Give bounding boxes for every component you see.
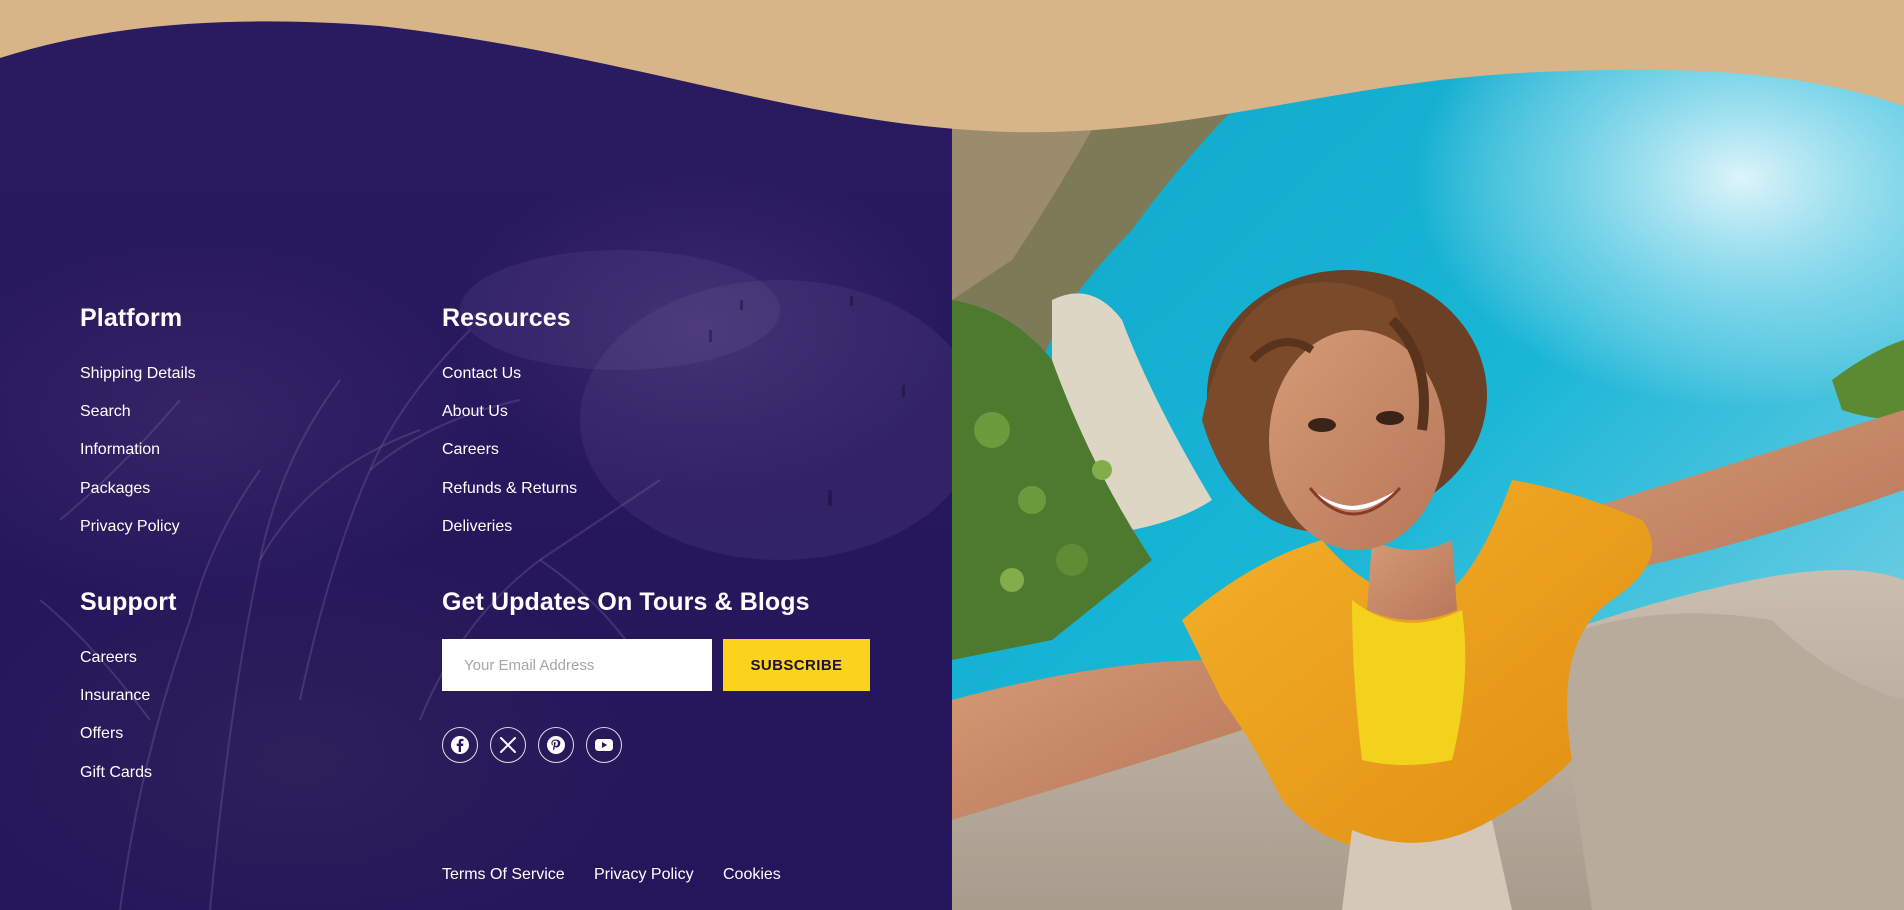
list-item: Information bbox=[80, 440, 196, 478]
platform-links: Shipping Details Search Information Pack… bbox=[80, 364, 196, 555]
pinterest-icon bbox=[547, 736, 565, 754]
search-link[interactable]: Search bbox=[80, 402, 131, 422]
support-heading: Support bbox=[80, 588, 177, 616]
pinterest-button[interactable] bbox=[538, 727, 574, 763]
about-us-link[interactable]: About Us bbox=[442, 402, 508, 422]
refunds-returns-link[interactable]: Refunds & Returns bbox=[442, 479, 577, 499]
newsletter-heading: Get Updates On Tours & Blogs bbox=[442, 588, 810, 616]
gift-cards-link[interactable]: Gift Cards bbox=[80, 763, 152, 783]
facebook-icon bbox=[451, 736, 469, 754]
list-item: Offers bbox=[80, 724, 152, 762]
support-links: Careers Insurance Offers Gift Cards bbox=[80, 648, 152, 801]
resources-heading: Resources bbox=[442, 304, 571, 332]
information-link[interactable]: Information bbox=[80, 440, 160, 460]
list-item: Shipping Details bbox=[80, 364, 196, 402]
insurance-link[interactable]: Insurance bbox=[80, 686, 150, 706]
packages-link[interactable]: Packages bbox=[80, 479, 150, 499]
list-item: Refunds & Returns bbox=[442, 479, 577, 517]
list-item: Privacy Policy bbox=[80, 517, 196, 555]
list-item: Packages bbox=[80, 479, 196, 517]
subscribe-button[interactable]: SUBSCRIBE bbox=[723, 639, 870, 691]
resources-links: Contact Us About Us Careers Refunds & Re… bbox=[442, 364, 577, 555]
platform-heading: Platform bbox=[80, 304, 183, 332]
contact-us-link[interactable]: Contact Us bbox=[442, 364, 521, 384]
email-input[interactable] bbox=[442, 639, 712, 691]
list-item: Gift Cards bbox=[80, 763, 152, 801]
list-item: Careers bbox=[80, 648, 152, 686]
deliveries-link[interactable]: Deliveries bbox=[442, 517, 512, 537]
top-wave-divider bbox=[0, 0, 1904, 133]
shipping-details-link[interactable]: Shipping Details bbox=[80, 364, 196, 384]
facebook-button[interactable] bbox=[442, 727, 478, 763]
list-item: Insurance bbox=[80, 686, 152, 724]
list-item: Deliveries bbox=[442, 517, 577, 555]
youtube-button[interactable] bbox=[586, 727, 622, 763]
platform-privacy-policy-link[interactable]: Privacy Policy bbox=[80, 517, 180, 537]
privacy-policy-link[interactable]: Privacy Policy bbox=[594, 866, 694, 884]
offers-link[interactable]: Offers bbox=[80, 724, 123, 744]
list-item: About Us bbox=[442, 402, 577, 440]
youtube-icon bbox=[595, 739, 613, 751]
list-item: Search bbox=[80, 402, 196, 440]
support-careers-link[interactable]: Careers bbox=[80, 648, 137, 668]
list-item: Contact Us bbox=[442, 364, 577, 402]
resources-careers-link[interactable]: Careers bbox=[442, 440, 499, 460]
x-button[interactable] bbox=[490, 727, 526, 763]
footer-section: Platform Shipping Details Search Informa… bbox=[0, 0, 1904, 910]
list-item: Careers bbox=[442, 440, 577, 478]
x-icon bbox=[500, 737, 516, 753]
terms-of-service-link[interactable]: Terms Of Service bbox=[442, 866, 565, 884]
cookies-link[interactable]: Cookies bbox=[723, 866, 781, 884]
